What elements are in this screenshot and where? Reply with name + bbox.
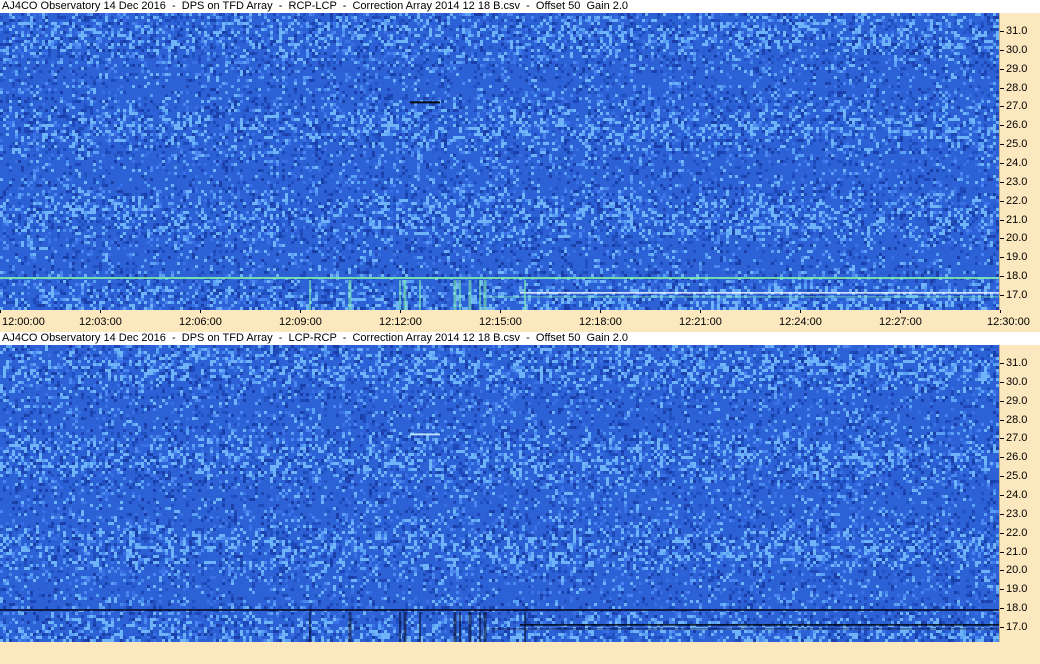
frequency-axis: 31.0 30.0 29.0 28.0 27.0 26.0 25.0 24.0 23.0 22.0…: [999, 345, 1040, 642]
frequency-tick-label: 17.0: [1006, 289, 1028, 301]
frequency-tick-label: 27.0: [1006, 432, 1028, 444]
frequency-tick-label: 20.0: [1006, 232, 1028, 244]
time-tick-label: 12:18:00: [579, 316, 622, 328]
time-tick-label: 12:03:00: [79, 316, 122, 328]
frequency-tick-label: 18.0: [1006, 270, 1028, 282]
time-tick: [500, 310, 501, 313]
frequency-tick-label: 28.0: [1006, 82, 1028, 94]
time-tick: [300, 310, 301, 313]
frequency-tick: [1000, 144, 1004, 145]
frequency-tick: [1000, 88, 1004, 89]
spectrogram-plot[interactable]: [0, 345, 999, 642]
frequency-tick-label: 30.0: [1006, 376, 1028, 388]
time-tick-label: 12:12:00: [379, 316, 422, 328]
frequency-tick: [1000, 608, 1004, 609]
spectrogram-plot[interactable]: [0, 13, 999, 310]
frequency-tick: [1000, 220, 1004, 221]
frequency-tick-label: 23.0: [1006, 176, 1028, 188]
frequency-tick: [1000, 552, 1004, 553]
spectrogram-viewer-window: AJ4CO Observatory 14 Dec 2016 - DPS on T…: [0, 0, 1040, 664]
frequency-tick-label: 26.0: [1006, 119, 1028, 131]
time-tick-label: 12:24:00: [779, 316, 822, 328]
frequency-axis: 31.0 30.0 29.0 28.0 27.0 26.0 25.0 24.0 23.0 22.0…: [999, 13, 1040, 310]
frequency-tick: [1000, 514, 1004, 515]
time-tick-label: 12:00:00: [2, 316, 45, 328]
frequency-tick: [1000, 533, 1004, 534]
spectrogram-image: [0, 345, 999, 642]
frequency-tick-label: 19.0: [1006, 251, 1028, 263]
frequency-tick-label: 17.0: [1006, 621, 1028, 633]
frequency-tick-label: 19.0: [1006, 583, 1028, 595]
frequency-tick-label: 30.0: [1006, 44, 1028, 56]
frequency-tick: [1000, 31, 1004, 32]
frequency-tick: [1000, 363, 1004, 364]
frequency-tick-label: 24.0: [1006, 489, 1028, 501]
frequency-tick-label: 29.0: [1006, 63, 1028, 75]
frequency-tick-label: 26.0: [1006, 451, 1028, 463]
spectrogram-image: [0, 13, 999, 310]
frequency-tick-label: 23.0: [1006, 508, 1028, 520]
frequency-tick: [1000, 476, 1004, 477]
frequency-tick-label: 22.0: [1006, 527, 1028, 539]
frequency-tick: [1000, 125, 1004, 126]
time-tick-label: 12:15:00: [479, 316, 522, 328]
frequency-tick: [1000, 420, 1004, 421]
frequency-tick: [1000, 50, 1004, 51]
frequency-tick: [1000, 570, 1004, 571]
time-tick: [1000, 310, 1001, 313]
time-tick: [900, 310, 901, 313]
frequency-tick: [1000, 589, 1004, 590]
frequency-tick: [1000, 257, 1004, 258]
frequency-tick-label: 21.0: [1006, 546, 1028, 558]
time-tick: [800, 310, 801, 313]
frequency-tick-label: 18.0: [1006, 602, 1028, 614]
frequency-tick: [1000, 201, 1004, 202]
time-tick: [400, 310, 401, 313]
frequency-tick: [1000, 182, 1004, 183]
panel-title: AJ4CO Observatory 14 Dec 2016 - DPS on T…: [0, 332, 1040, 345]
frequency-tick-label: 24.0: [1006, 157, 1028, 169]
time-tick-label: 12:09:00: [279, 316, 322, 328]
frequency-tick: [1000, 627, 1004, 628]
time-tick: [200, 310, 201, 313]
spectrogram-panel-rcp-lcp: AJ4CO Observatory 14 Dec 2016 - DPS on T…: [0, 0, 1040, 332]
time-axis: [0, 642, 1040, 664]
frequency-tick: [1000, 69, 1004, 70]
frequency-tick-label: 31.0: [1006, 357, 1028, 369]
frequency-tick-label: 21.0: [1006, 214, 1028, 226]
panel-title: AJ4CO Observatory 14 Dec 2016 - DPS on T…: [0, 0, 1040, 13]
frequency-tick-label: 20.0: [1006, 564, 1028, 576]
frequency-tick: [1000, 457, 1004, 458]
time-tick-label: 12:06:00: [179, 316, 222, 328]
frequency-tick-label: 31.0: [1006, 25, 1028, 37]
time-tick-label: 12:21:00: [679, 316, 722, 328]
frequency-tick-label: 25.0: [1006, 470, 1028, 482]
frequency-tick: [1000, 238, 1004, 239]
frequency-tick-label: 22.0: [1006, 195, 1028, 207]
frequency-tick: [1000, 106, 1004, 107]
time-tick-label: 12:30:00: [987, 316, 1030, 328]
frequency-tick: [1000, 382, 1004, 383]
frequency-tick: [1000, 495, 1004, 496]
time-tick: [100, 310, 101, 313]
frequency-tick-label: 27.0: [1006, 100, 1028, 112]
frequency-tick: [1000, 276, 1004, 277]
time-tick: [700, 310, 701, 313]
time-tick: [600, 310, 601, 313]
frequency-tick-label: 29.0: [1006, 395, 1028, 407]
time-axis: 12:00:00 12:03:00 12:06:00 12:09:00 12:12:00…: [0, 310, 1040, 332]
frequency-tick: [1000, 163, 1004, 164]
frequency-tick: [1000, 438, 1004, 439]
frequency-tick-label: 28.0: [1006, 414, 1028, 426]
frequency-tick: [1000, 401, 1004, 402]
frequency-tick-label: 25.0: [1006, 138, 1028, 150]
time-tick-label: 12:27:00: [879, 316, 922, 328]
time-tick: [0, 310, 1, 313]
frequency-tick: [1000, 295, 1004, 296]
spectrogram-panel-lcp-rcp: AJ4CO Observatory 14 Dec 2016 - DPS on T…: [0, 332, 1040, 664]
